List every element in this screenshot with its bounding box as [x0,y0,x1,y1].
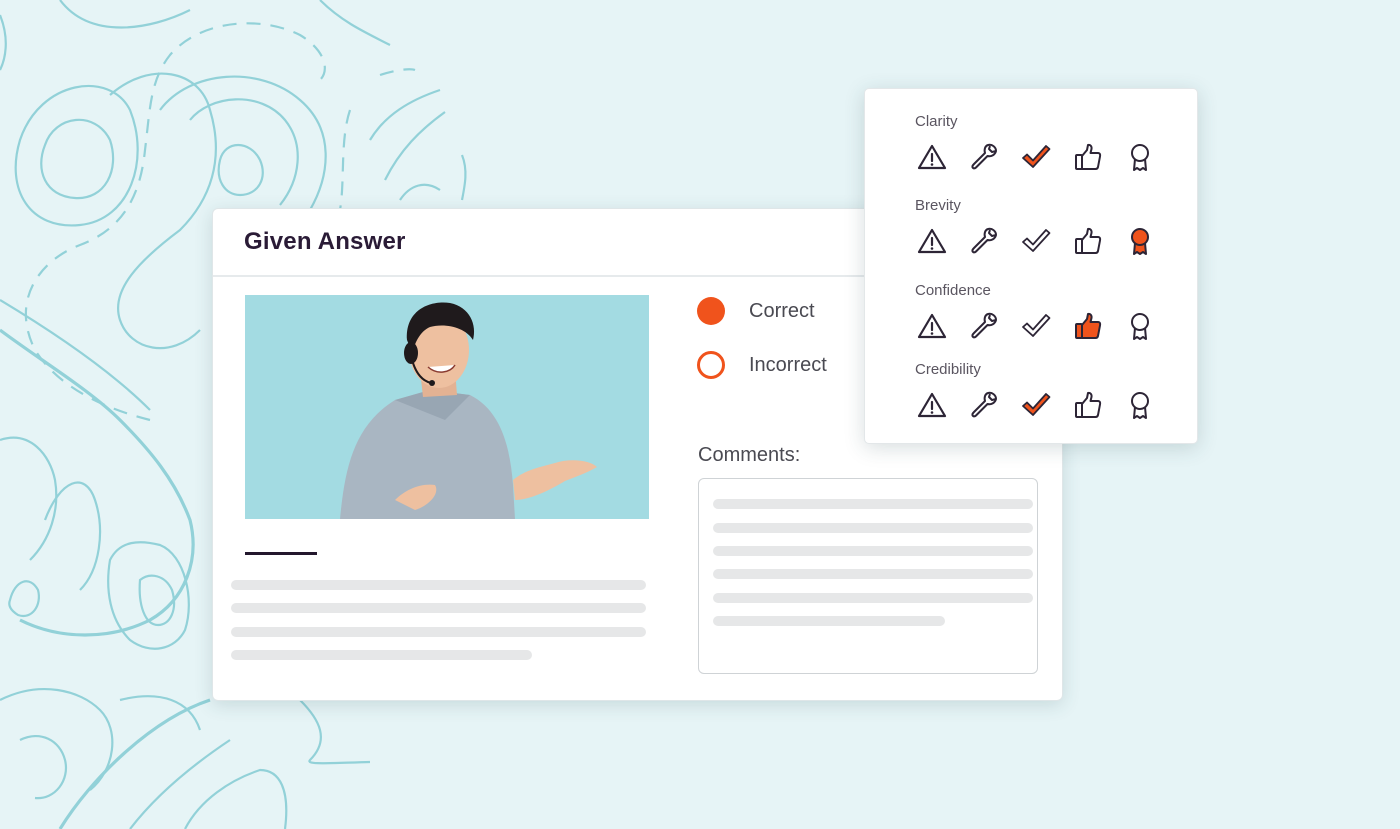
criterion-label: Brevity [915,197,961,214]
rating-icon-row [915,140,1175,174]
option-incorrect[interactable]: Incorrect [697,351,827,379]
checkmark-icon[interactable] [1019,224,1053,258]
answer-title-placeholder [245,552,317,555]
radio-unselected-icon[interactable] [697,351,725,379]
text-placeholder-line [231,627,646,637]
comments-textarea[interactable] [698,478,1038,674]
rating-icon-row [915,224,1175,258]
comment-placeholder-line [713,569,1033,579]
thumbs-up-icon[interactable] [1071,224,1105,258]
criterion-label: Confidence [915,282,991,299]
text-placeholder-line [231,580,646,590]
criterion-confidence: Confidence [915,282,1175,343]
criterion-label: Clarity [915,113,958,130]
checkmark-icon[interactable] [1019,388,1053,422]
thumbs-up-icon[interactable] [1071,140,1105,174]
thumbs-up-icon[interactable] [1071,388,1105,422]
option-correct[interactable]: Correct [697,297,815,325]
wrench-icon[interactable] [967,388,1001,422]
comment-placeholder-line [713,593,1033,603]
thumbs-up-icon[interactable] [1071,309,1105,343]
presenter-photo [340,302,597,519]
wrench-icon[interactable] [967,224,1001,258]
checkmark-icon[interactable] [1019,309,1053,343]
warning-icon[interactable] [915,224,949,258]
card-title: Given Answer [244,228,406,255]
video-thumbnail[interactable] [245,295,649,519]
award-ribbon-icon[interactable] [1123,388,1157,422]
wrench-icon[interactable] [967,309,1001,343]
wrench-icon[interactable] [967,140,1001,174]
criterion-label: Credibility [915,361,981,378]
comments-label: Comments: [698,444,801,466]
option-label: Correct [749,299,815,322]
checkmark-icon[interactable] [1019,140,1053,174]
award-ribbon-icon[interactable] [1123,309,1157,343]
warning-icon[interactable] [915,309,949,343]
comment-placeholder-line [713,616,945,626]
text-placeholder-line [231,603,646,613]
award-ribbon-icon[interactable] [1123,140,1157,174]
rating-icon-row [915,309,1175,343]
criterion-clarity: Clarity [915,113,1175,174]
text-placeholder-line [231,650,532,660]
comment-placeholder-line [713,523,1033,533]
award-ribbon-icon[interactable] [1123,224,1157,258]
rating-icon-row [915,388,1175,422]
criterion-credibility: Credibility [915,361,1175,422]
warning-icon[interactable] [915,388,949,422]
radio-selected-icon[interactable] [697,297,725,325]
comment-placeholder-line [713,546,1033,556]
warning-icon[interactable] [915,140,949,174]
comment-placeholder-line [713,499,1033,509]
criterion-brevity: Brevity [915,197,1175,258]
option-label: Incorrect [749,353,827,376]
rating-panel: Clarity Brevity Confidence Credibility [864,88,1198,444]
